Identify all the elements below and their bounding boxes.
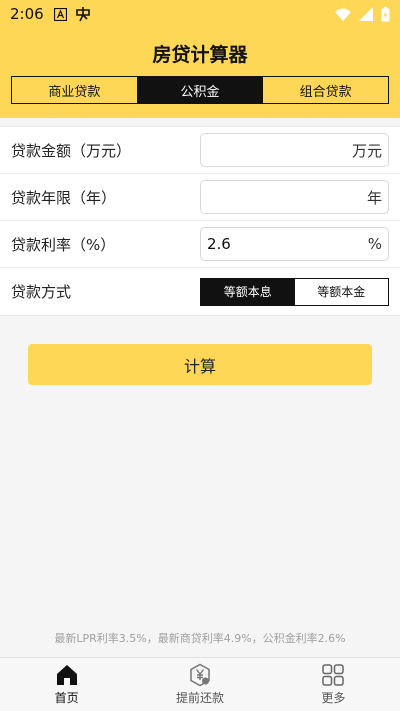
amount-input[interactable]: 万元 <box>200 133 389 167</box>
amount-label: 贷款金额（万元） <box>11 141 132 160</box>
calculate-button[interactable]: 计算 <box>28 344 372 385</box>
rate-unit: % <box>367 235 382 253</box>
rate-info-note: 最新LPR利率3.5%，最新商贷利率4.9%，公积金利率2.6% <box>54 632 346 645</box>
notification-a-icon <box>53 7 67 21</box>
method-selector: 等额本息 等额本金 <box>200 277 389 306</box>
wifi-icon <box>335 8 351 21</box>
nav-home-label: 首页 <box>54 691 79 705</box>
yuan-coin-icon <box>190 663 210 687</box>
rate-input[interactable]: 2.6 % <box>200 227 389 261</box>
amount-row: 贷款金额（万元） 万元 <box>0 127 400 174</box>
bottom-nav: 首页 提前还款 更多 <box>0 657 400 711</box>
method-label: 贷款方式 <box>11 283 72 301</box>
rate-label: 贷款利率（%） <box>11 235 116 254</box>
years-row: 贷款年限（年） 年 <box>0 174 400 221</box>
battery-charging-icon <box>381 6 390 21</box>
grid-icon <box>322 664 345 686</box>
loan-form: 贷款金额（万元） 万元 贷款年限（年） 年 贷款利率（%） 2.6 % 贷款方式… <box>0 126 400 316</box>
tab-combined-loan[interactable]: 组合贷款 <box>262 77 388 103</box>
years-input[interactable]: 年 <box>200 180 389 214</box>
nav-prepayment-label: 提前还款 <box>175 691 224 705</box>
home-icon <box>56 665 77 685</box>
loan-type-tabs: 商业贷款 公积金 组合贷款 <box>11 76 389 104</box>
app-header: 2:06 房贷计算器 商业贷款 公积金 组合贷款 <box>0 0 400 118</box>
chinese-char-icon <box>75 7 90 22</box>
method-row: 贷款方式 等额本息 等额本金 <box>0 268 400 315</box>
nav-more[interactable]: 更多 <box>267 658 400 711</box>
tab-provident-fund[interactable]: 公积金 <box>136 77 263 103</box>
rate-row: 贷款利率（%） 2.6 % <box>0 221 400 268</box>
status-time: 2:06 <box>10 5 44 23</box>
tab-commercial-loan[interactable]: 商业贷款 <box>12 77 137 103</box>
signal-icon <box>359 7 373 21</box>
nav-more-label: 更多 <box>321 691 346 705</box>
years-unit: 年 <box>366 188 382 207</box>
nav-home[interactable]: 首页 <box>0 658 133 711</box>
method-equal-installment[interactable]: 等额本息 <box>201 278 295 305</box>
amount-unit: 万元 <box>351 141 382 160</box>
rate-value: 2.6 <box>207 235 231 253</box>
status-bar: 2:06 <box>0 0 400 28</box>
years-label: 贷款年限（年） <box>11 188 117 207</box>
nav-prepayment[interactable]: 提前还款 <box>133 658 266 711</box>
page-title: 房贷计算器 <box>152 44 248 66</box>
method-equal-principal[interactable]: 等额本金 <box>295 279 389 305</box>
